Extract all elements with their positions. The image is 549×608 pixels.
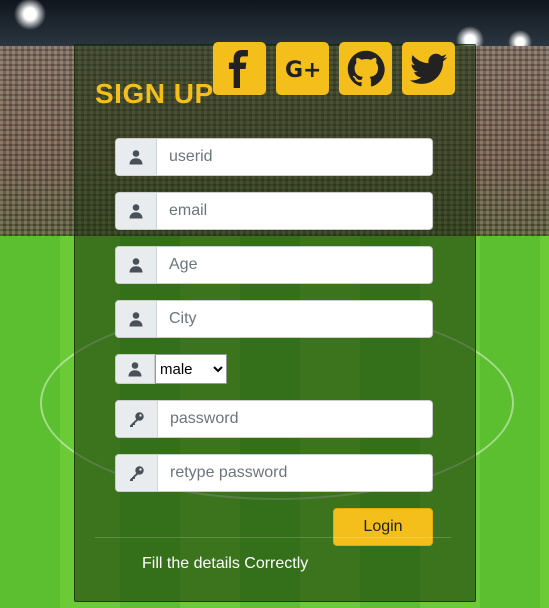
twitter-icon (409, 53, 447, 84)
email-field-group (115, 192, 433, 230)
github-button[interactable] (339, 42, 392, 95)
age-field-group (115, 246, 433, 284)
gender-field-group: male (115, 354, 227, 384)
google-plus-icon: G+ (285, 58, 322, 83)
github-icon (347, 50, 385, 86)
userid-input[interactable] (157, 139, 432, 175)
page-title: SIGN UP (95, 78, 214, 109)
userid-field-group (115, 138, 433, 176)
user-icon (116, 139, 157, 175)
user-icon (115, 354, 155, 384)
key-icon (116, 401, 158, 437)
gender-select[interactable]: male (155, 354, 227, 384)
user-icon (116, 193, 157, 229)
stadium-lights-background (0, 0, 549, 46)
age-input[interactable] (157, 247, 432, 283)
password-field-group (115, 400, 433, 438)
divider (95, 537, 451, 538)
facebook-icon (228, 49, 248, 88)
retype-password-field-group (115, 454, 433, 492)
retype-password-input[interactable] (158, 455, 432, 491)
email-input[interactable] (157, 193, 432, 229)
login-button[interactable]: Login (333, 508, 433, 546)
facebook-button[interactable] (213, 42, 266, 95)
key-icon (116, 455, 158, 491)
user-icon (116, 301, 157, 337)
social-login-bar: G+ (213, 42, 455, 95)
twitter-button[interactable] (402, 42, 455, 95)
password-input[interactable] (158, 401, 432, 437)
status-message: Fill the details Correctly (142, 555, 309, 572)
city-input[interactable] (157, 301, 432, 337)
city-field-group (115, 300, 433, 338)
svg-text:G+: G+ (285, 58, 322, 83)
user-icon (116, 247, 157, 283)
google-plus-button[interactable]: G+ (276, 42, 329, 95)
